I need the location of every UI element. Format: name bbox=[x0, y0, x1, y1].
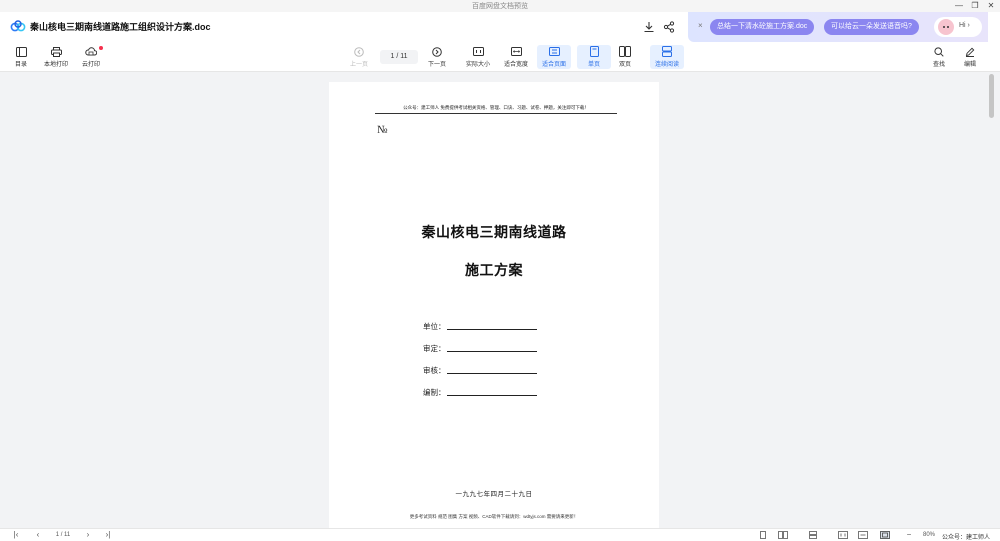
actual-size-label: 实际大小 bbox=[465, 62, 490, 68]
share-icon bbox=[663, 21, 675, 33]
local-print-button[interactable]: 本地打印 bbox=[39, 45, 73, 69]
single-page-label: 单页 bbox=[587, 62, 600, 68]
page-footer-text: 更多考试资料 规范 图集 方案 视频、CAD软件下载请到：wdtyjs.com … bbox=[409, 514, 579, 519]
fit-width-label: 适合宽度 bbox=[503, 62, 528, 68]
continuous-view-icon[interactable] bbox=[808, 531, 818, 539]
double-page-label: 双页 bbox=[618, 62, 631, 68]
download-button[interactable] bbox=[640, 18, 658, 36]
document-main-title: 秦山核电三期南线道路 bbox=[421, 224, 567, 240]
minimize-button[interactable]: — bbox=[951, 0, 967, 12]
window-titlebar: 百度网盘文档预览 — ❐ ✕ bbox=[0, 0, 1000, 12]
share-button[interactable] bbox=[660, 18, 678, 36]
restore-button[interactable]: ❐ bbox=[967, 0, 983, 12]
edit-label: 编辑 bbox=[963, 62, 976, 68]
single-page-view-icon[interactable] bbox=[758, 531, 768, 539]
double-page-view-icon[interactable] bbox=[778, 531, 788, 539]
find-label: 查找 bbox=[932, 62, 945, 68]
prev-page-button[interactable]: 上一页 bbox=[342, 45, 376, 69]
zoom-level[interactable]: 80% bbox=[923, 529, 935, 541]
fit-page-label: 适合页面 bbox=[541, 62, 566, 68]
prev-page-label: 上一页 bbox=[349, 62, 368, 68]
ai-assistant-bar: × 总结一下清水砼施工方案.doc 可以给云一朵发送语音吗? Hi › bbox=[688, 12, 988, 42]
single-page-icon bbox=[589, 46, 599, 57]
ai-suggestion-chip[interactable]: 可以给云一朵发送语音吗? bbox=[824, 19, 919, 35]
viewer-toolbar: 目录 本地打印 云打印 上一页 1 / 11 下一页 实际大小 适合宽度 适合页… bbox=[0, 42, 1000, 72]
field-label: 编制： bbox=[423, 388, 446, 397]
double-page-button[interactable]: 双页 bbox=[608, 45, 642, 69]
blank-line bbox=[446, 329, 537, 330]
ai-hi-label: Hi › bbox=[959, 22, 970, 29]
ai-assistant-button[interactable]: Hi › bbox=[934, 17, 982, 37]
number-mark: № bbox=[377, 124, 388, 136]
document-subtitle: 施工方案 bbox=[465, 262, 523, 278]
ai-bar-close-button[interactable]: × bbox=[698, 21, 703, 30]
bottom-navigation-bar: |‹ ‹ 1 / 11 › ›| − 80% 公众号：建工师人 bbox=[0, 528, 1000, 541]
watermark-text: 公众号：建工师人 bbox=[942, 535, 991, 541]
zoom-out-button[interactable]: − bbox=[903, 529, 915, 541]
prev-circle-icon bbox=[354, 46, 364, 57]
single-page-button[interactable]: 单页 bbox=[577, 45, 611, 69]
fit-width-view-icon[interactable] bbox=[858, 531, 868, 539]
fit-page-icon bbox=[548, 47, 560, 56]
field-label: 审核： bbox=[423, 366, 446, 375]
field-compile: 编制： bbox=[423, 387, 537, 398]
document-title: 秦山核电三期南线道路施工组织设计方案.doc bbox=[30, 22, 211, 32]
download-icon bbox=[644, 22, 654, 33]
last-page-button[interactable]: ›| bbox=[101, 529, 115, 541]
close-window-button[interactable]: ✕ bbox=[983, 0, 999, 12]
actual-size-button[interactable]: 实际大小 bbox=[461, 45, 495, 69]
continuous-read-button[interactable]: 连续阅读 bbox=[650, 45, 684, 69]
local-print-label: 本地打印 bbox=[43, 62, 68, 68]
actual-size-view-icon[interactable] bbox=[838, 531, 848, 539]
fit-width-icon bbox=[510, 47, 522, 56]
ai-avatar-icon bbox=[938, 19, 954, 35]
actual-size-icon bbox=[472, 47, 484, 56]
cloud-printer-icon bbox=[85, 46, 97, 55]
edit-button[interactable]: 编辑 bbox=[953, 45, 987, 69]
printer-icon bbox=[50, 46, 62, 57]
window-title: 百度网盘文档预览 bbox=[472, 3, 528, 10]
vertical-scrollbar[interactable] bbox=[989, 74, 994, 118]
toc-button[interactable]: 目录 bbox=[4, 45, 38, 69]
field-approve: 审定： bbox=[423, 343, 537, 354]
baidu-netdisk-logo-icon bbox=[10, 20, 26, 32]
pencil-icon bbox=[965, 47, 975, 57]
continuous-read-icon bbox=[662, 46, 672, 57]
field-label: 审定： bbox=[423, 344, 446, 353]
cloud-print-label: 云打印 bbox=[81, 62, 100, 68]
document-viewport[interactable]: 公众号：建工师人 免费提供考试相关资格、管理、口诀、习题、试卷、押题，关注即可下… bbox=[0, 72, 1000, 528]
continuous-read-label: 连续阅读 bbox=[654, 62, 679, 68]
field-label: 单位： bbox=[423, 322, 446, 331]
field-review: 审核： bbox=[423, 365, 537, 376]
search-icon bbox=[934, 46, 944, 57]
document-date: 一九九七年四月二十九日 bbox=[455, 491, 533, 498]
fit-width-button[interactable]: 适合宽度 bbox=[499, 45, 533, 69]
document-page: 公众号：建工师人 免费提供考试相关资格、管理、口诀、习题、试卷、押题，关注即可下… bbox=[329, 82, 659, 528]
first-page-button[interactable]: |‹ bbox=[10, 529, 22, 541]
page-header-text: 公众号：建工师人 免费提供考试相关资格、管理、口诀、习题、试卷、押题，关注即可下… bbox=[375, 105, 617, 114]
sidebar-toc-icon bbox=[15, 46, 27, 57]
blank-line bbox=[446, 351, 537, 352]
double-page-icon bbox=[619, 46, 631, 57]
fit-page-view-icon[interactable] bbox=[880, 531, 890, 539]
next-page-label: 下一页 bbox=[427, 62, 446, 68]
blank-line bbox=[446, 373, 537, 374]
page-number-input[interactable]: 1 / 11 bbox=[380, 50, 418, 64]
next-page-button[interactable]: 下一页 bbox=[420, 45, 454, 69]
toc-label: 目录 bbox=[14, 62, 27, 68]
bottom-page-indicator[interactable]: 1 / 11 bbox=[48, 529, 78, 541]
next-circle-icon bbox=[432, 46, 442, 57]
find-button[interactable]: 查找 bbox=[922, 45, 956, 69]
notification-dot bbox=[99, 46, 103, 50]
ai-suggestion-chip[interactable]: 总结一下清水砼施工方案.doc bbox=[710, 19, 815, 35]
bottom-next-button[interactable]: › bbox=[82, 529, 94, 541]
bottom-prev-button[interactable]: ‹ bbox=[32, 529, 44, 541]
fit-page-button[interactable]: 适合页面 bbox=[537, 45, 571, 69]
blank-line bbox=[446, 395, 537, 396]
cloud-print-button[interactable]: 云打印 bbox=[74, 45, 108, 69]
field-unit: 单位： bbox=[423, 321, 537, 332]
